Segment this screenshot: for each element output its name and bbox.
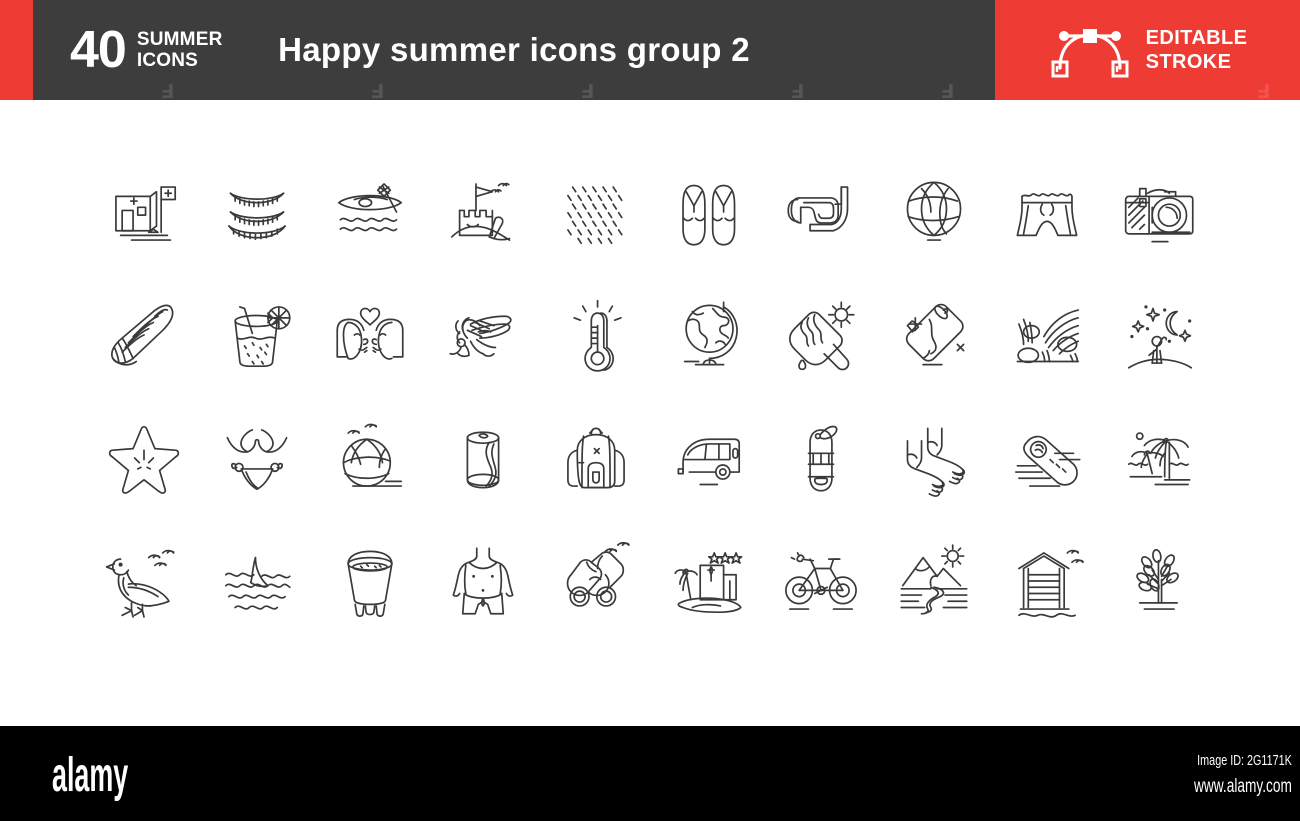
suntanned-torso-icon[interactable] bbox=[426, 519, 539, 642]
banner-swirl-decor: ⅎ bbox=[371, 74, 385, 104]
ice-cream-bar-icon[interactable] bbox=[765, 273, 878, 396]
globe-icon[interactable] bbox=[652, 273, 765, 396]
hotel-resort-icon[interactable] bbox=[652, 519, 765, 642]
photo-camera-icon[interactable] bbox=[1103, 150, 1216, 273]
soda-can-icon[interactable] bbox=[426, 396, 539, 519]
icon-count-words: SUMMER ICONS bbox=[137, 29, 223, 72]
bicycle-icon[interactable] bbox=[765, 519, 878, 642]
sandcastle-icon[interactable] bbox=[426, 150, 539, 273]
icon-count-block: 40 SUMMER ICONS bbox=[70, 0, 223, 100]
image-id-label: Image ID: 2G1171K bbox=[1197, 752, 1292, 769]
icon-count-line2: ICONS bbox=[136, 50, 199, 71]
snorkel-mask-icon[interactable] bbox=[765, 150, 878, 273]
editable-stroke-badge: EDITABLE STROKE ⅎ bbox=[995, 0, 1300, 104]
mosquito-icon[interactable] bbox=[426, 273, 539, 396]
beach-volleyball-icon[interactable] bbox=[878, 150, 991, 273]
binoculars-icon[interactable] bbox=[539, 519, 652, 642]
banner-swirl-decor: ⅎ bbox=[1256, 74, 1270, 104]
header-banner: 40 SUMMER ICONS Happy summer icons group… bbox=[0, 0, 1300, 104]
editable-stroke-line1: EDITABLE bbox=[1145, 26, 1248, 49]
bezier-curve-icon bbox=[1051, 29, 1129, 78]
banner-swirl-decor: ⅎ bbox=[581, 74, 595, 104]
footer-watermark-bar: alamy Image ID: 2G1171K www.alamy.com bbox=[0, 726, 1300, 821]
kayak-icon[interactable] bbox=[314, 150, 427, 273]
cold-drink-can-icon[interactable] bbox=[878, 273, 991, 396]
footer-meta: Image ID: 2G1171K www.alamy.com bbox=[1156, 750, 1292, 801]
banner-swirl-decor: ⅎ bbox=[161, 74, 175, 104]
beach-hut-icon[interactable] bbox=[990, 519, 1103, 642]
stargazing-icon[interactable] bbox=[1103, 273, 1216, 396]
icon-count-number: 40 bbox=[70, 21, 127, 79]
shark-fin-icon[interactable] bbox=[201, 519, 314, 642]
backpack-icon[interactable] bbox=[539, 396, 652, 519]
seashell-icon[interactable] bbox=[88, 273, 201, 396]
seagull-icon[interactable] bbox=[88, 519, 201, 642]
palm-trees-icon[interactable] bbox=[1103, 396, 1216, 519]
thermometer-icon[interactable] bbox=[539, 273, 652, 396]
mountain-river-icon[interactable] bbox=[878, 519, 991, 642]
cocktail-drink-icon[interactable] bbox=[201, 273, 314, 396]
flip-flops-icon[interactable] bbox=[652, 150, 765, 273]
buoy-icon[interactable] bbox=[765, 396, 878, 519]
sand-texture-icon[interactable] bbox=[539, 150, 652, 273]
icon-grid bbox=[88, 150, 1216, 642]
bodyboard-icon[interactable] bbox=[990, 396, 1103, 519]
editable-stroke-line2: STROKE bbox=[1145, 51, 1232, 73]
beach-ball-icon[interactable] bbox=[314, 396, 427, 519]
alamy-logo: alamy bbox=[52, 749, 129, 802]
banner-dark-area: 40 SUMMER ICONS Happy summer icons group… bbox=[33, 0, 995, 104]
sand-bucket-icon[interactable] bbox=[314, 519, 427, 642]
icon-sheet-page: 40 SUMMER ICONS Happy summer icons group… bbox=[0, 0, 1300, 821]
couple-kissing-icon[interactable] bbox=[314, 273, 427, 396]
caravan-icon[interactable] bbox=[652, 396, 765, 519]
bikini-icon[interactable] bbox=[201, 396, 314, 519]
swim-shorts-icon[interactable] bbox=[990, 150, 1103, 273]
starfish-icon[interactable] bbox=[88, 396, 201, 519]
banner-swirl-decor: ⅎ bbox=[791, 74, 805, 104]
lifeguard-station-icon[interactable] bbox=[88, 150, 201, 273]
young-tree-icon[interactable] bbox=[1103, 519, 1216, 642]
icon-count-line1: SUMMER bbox=[136, 28, 223, 50]
alamy-url-label: www.alamy.com bbox=[1194, 775, 1292, 797]
beach-waves-icon[interactable] bbox=[990, 273, 1103, 396]
bare-feet-icon[interactable] bbox=[878, 396, 991, 519]
watermelon-slices-icon[interactable] bbox=[201, 150, 314, 273]
editable-stroke-label: EDITABLE STROKE bbox=[1146, 26, 1248, 75]
banner-swirl-decor: ⅎ bbox=[941, 74, 955, 104]
banner-left-red-strip bbox=[0, 0, 33, 100]
